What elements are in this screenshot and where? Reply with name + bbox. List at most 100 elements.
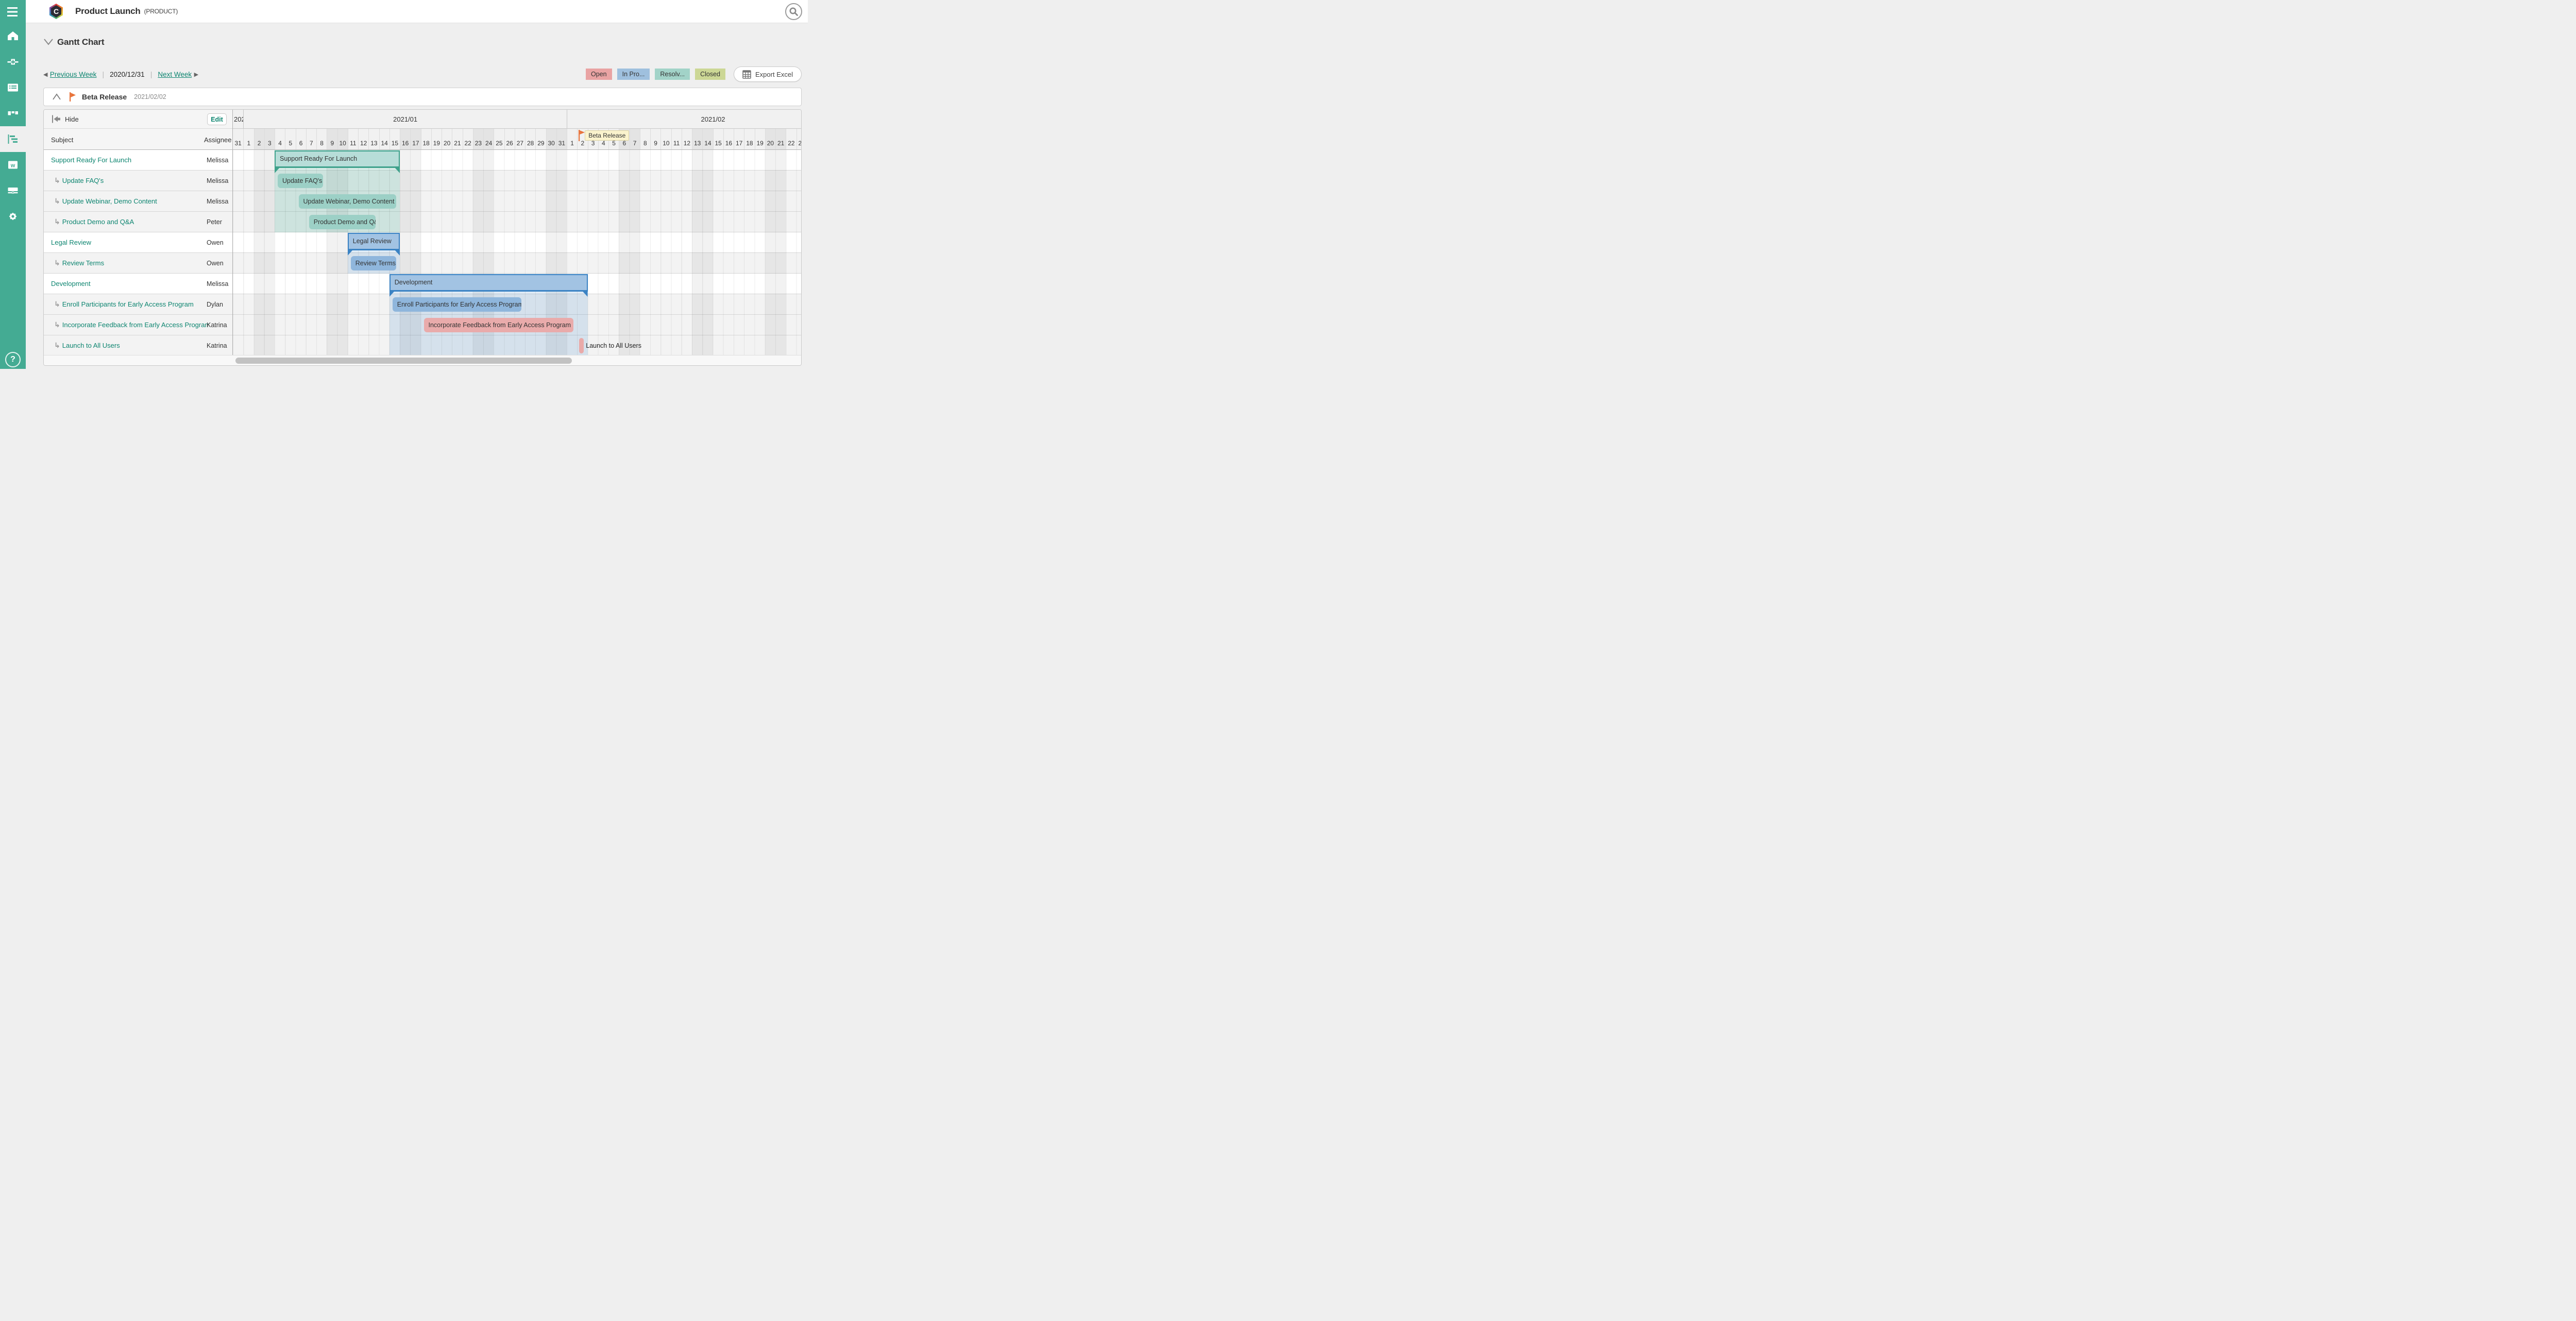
wiki-icon[interactable]: w <box>0 152 26 178</box>
topbar: C Product Launch (PRODUCT) <box>26 0 808 23</box>
day-header-cell: 10 <box>660 129 671 149</box>
weekend-stripe <box>264 150 275 356</box>
day-header-cell: 31 <box>556 129 567 149</box>
subject-link[interactable]: Support Ready For Launch <box>51 156 131 164</box>
horizontal-scrollbar-thumb[interactable] <box>235 358 572 364</box>
search-icon[interactable] <box>785 3 802 20</box>
subject-link[interactable]: Incorporate Feedback from Early Access P… <box>62 321 209 329</box>
gantt-icon[interactable] <box>0 126 26 152</box>
child-arrow-icon: ↳ <box>54 177 60 185</box>
day-header-cell: 1 <box>243 129 253 149</box>
day-header-cell: 10 <box>337 129 348 149</box>
gantt-timeline: 2022021/012021/02 3112345678910111213141… <box>232 110 802 356</box>
day-header-cell: 3 <box>264 129 275 149</box>
day-header-cell: 20 <box>765 129 775 149</box>
legend-chip: Resolv... <box>655 69 690 80</box>
table-row: ↳Launch to All Users Katrina <box>44 335 232 356</box>
milestone-flag-icon <box>69 92 77 102</box>
chevron-down-icon[interactable] <box>43 38 54 46</box>
weekend-stripe <box>619 150 629 356</box>
timeline-row <box>233 232 802 253</box>
gantt-panel: Hide Edit Subject Assignee Support Ready… <box>43 109 802 366</box>
gantt-left-table: Hide Edit Subject Assignee Support Ready… <box>44 110 232 356</box>
gantt-section-header: Gantt Chart <box>43 37 104 47</box>
day-header-cell: 17 <box>410 129 420 149</box>
child-arrow-icon: ↳ <box>54 218 60 226</box>
table-row: Support Ready For LaunchMelissa <box>44 150 232 171</box>
day-header-cell: 25 <box>494 129 504 149</box>
child-arrow-icon: ↳ <box>54 300 60 309</box>
day-header-cell: 13 <box>692 129 702 149</box>
gantt-bar-milestone-day[interactable] <box>579 338 584 353</box>
gantt-bar[interactable]: Enroll Participants for Early Access Pro… <box>393 297 521 312</box>
horizontal-scrollbar-track[interactable] <box>44 355 801 365</box>
month-header-cell: 2021/02 <box>567 110 802 128</box>
day-header-cell: 23 <box>796 129 802 149</box>
gantt-bar[interactable]: Update Webinar, Demo Content <box>299 194 397 209</box>
weekend-stripe <box>702 150 713 356</box>
hide-button[interactable]: Hide <box>51 114 79 124</box>
collapse-left-icon <box>51 114 61 124</box>
menu-icon[interactable] <box>0 0 26 23</box>
home-icon[interactable] <box>0 23 26 49</box>
subject-link[interactable]: Review Terms <box>62 259 104 267</box>
assignee-value: Katrina <box>207 321 227 329</box>
subject-link[interactable]: Legal Review <box>51 239 91 246</box>
day-header-cell: 14 <box>702 129 713 149</box>
separator: | <box>102 70 104 78</box>
next-week-link[interactable]: Next Week <box>158 71 192 78</box>
day-header-cell: 28 <box>525 129 535 149</box>
day-header-row: 3112345678910111213141516171819202122232… <box>233 129 802 150</box>
board-icon[interactable] <box>0 100 26 126</box>
edit-button[interactable]: Edit <box>207 113 227 125</box>
gantt-bar[interactable]: Review Terms <box>351 256 396 270</box>
day-header-cell: 12 <box>682 129 692 149</box>
issues-list-icon[interactable] <box>0 75 26 100</box>
subject-link[interactable]: Launch to All Users <box>62 342 120 349</box>
day-header-cell: 22 <box>786 129 796 149</box>
controls-row: ◀ Previous Week | 2020/12/31 | Next Week… <box>43 65 802 83</box>
day-header-cell: 24 <box>483 129 494 149</box>
add-issue-icon[interactable] <box>0 49 26 75</box>
help-icon[interactable]: ? <box>5 352 21 367</box>
settings-gear-icon[interactable] <box>0 204 26 229</box>
gantt-bar-parent[interactable]: Support Ready For Launch <box>275 150 400 168</box>
table-row: ↳Update FAQ'sMelissa <box>44 171 232 191</box>
timeline-row <box>233 253 802 274</box>
subject-link[interactable]: Update Webinar, Demo Content <box>62 197 157 205</box>
gantt-bar[interactable]: Incorporate Feedback from Early Access P… <box>424 318 574 332</box>
gantt-bar-parent[interactable]: Development <box>389 274 588 292</box>
assignee-value: Dylan <box>207 301 223 308</box>
assignee-value: Katrina <box>207 342 227 349</box>
subject-link[interactable]: Development <box>51 280 91 287</box>
day-header-cell: 13 <box>368 129 379 149</box>
day-header-cell: 26 <box>504 129 515 149</box>
day-header-cell: 15 <box>713 129 723 149</box>
previous-week-link[interactable]: Previous Week <box>50 71 97 78</box>
files-icon[interactable] <box>0 178 26 204</box>
column-header-row: Subject Assignee <box>44 129 232 150</box>
day-header-cell: 18 <box>421 129 431 149</box>
subject-link[interactable]: Enroll Participants for Early Access Pro… <box>62 300 194 308</box>
weekend-stripe <box>765 150 775 356</box>
child-arrow-icon: ↳ <box>54 342 60 350</box>
day-header-cell: 4 <box>275 129 285 149</box>
page-title: Product Launch <box>75 6 141 16</box>
gantt-bar[interactable]: Update FAQ's <box>278 174 323 188</box>
month-header-row: 2022021/012021/02 <box>233 110 802 129</box>
day-header-cell: 7 <box>306 129 316 149</box>
gantt-bar-parent[interactable]: Legal Review <box>348 233 400 250</box>
day-header-cell: 19 <box>755 129 765 149</box>
gantt-bar[interactable]: Product Demo and Q&A <box>309 215 376 229</box>
gantt-bar-outside-label: Launch to All Users <box>586 335 641 356</box>
day-header-cell: 11 <box>348 129 358 149</box>
child-arrow-icon: ↳ <box>54 197 60 206</box>
export-excel-button[interactable]: Export Excel <box>734 66 802 82</box>
subject-link[interactable]: Product Demo and Q&A <box>62 218 134 226</box>
chevron-up-icon[interactable] <box>52 93 61 100</box>
subject-link[interactable]: Update FAQ's <box>62 177 104 184</box>
assignee-column-header: Assignee <box>204 136 231 144</box>
left-table-rows: Support Ready For LaunchMelissa↳Update F… <box>44 150 232 356</box>
day-header-cell: 27 <box>515 129 525 149</box>
day-header-cell: 17 <box>734 129 744 149</box>
